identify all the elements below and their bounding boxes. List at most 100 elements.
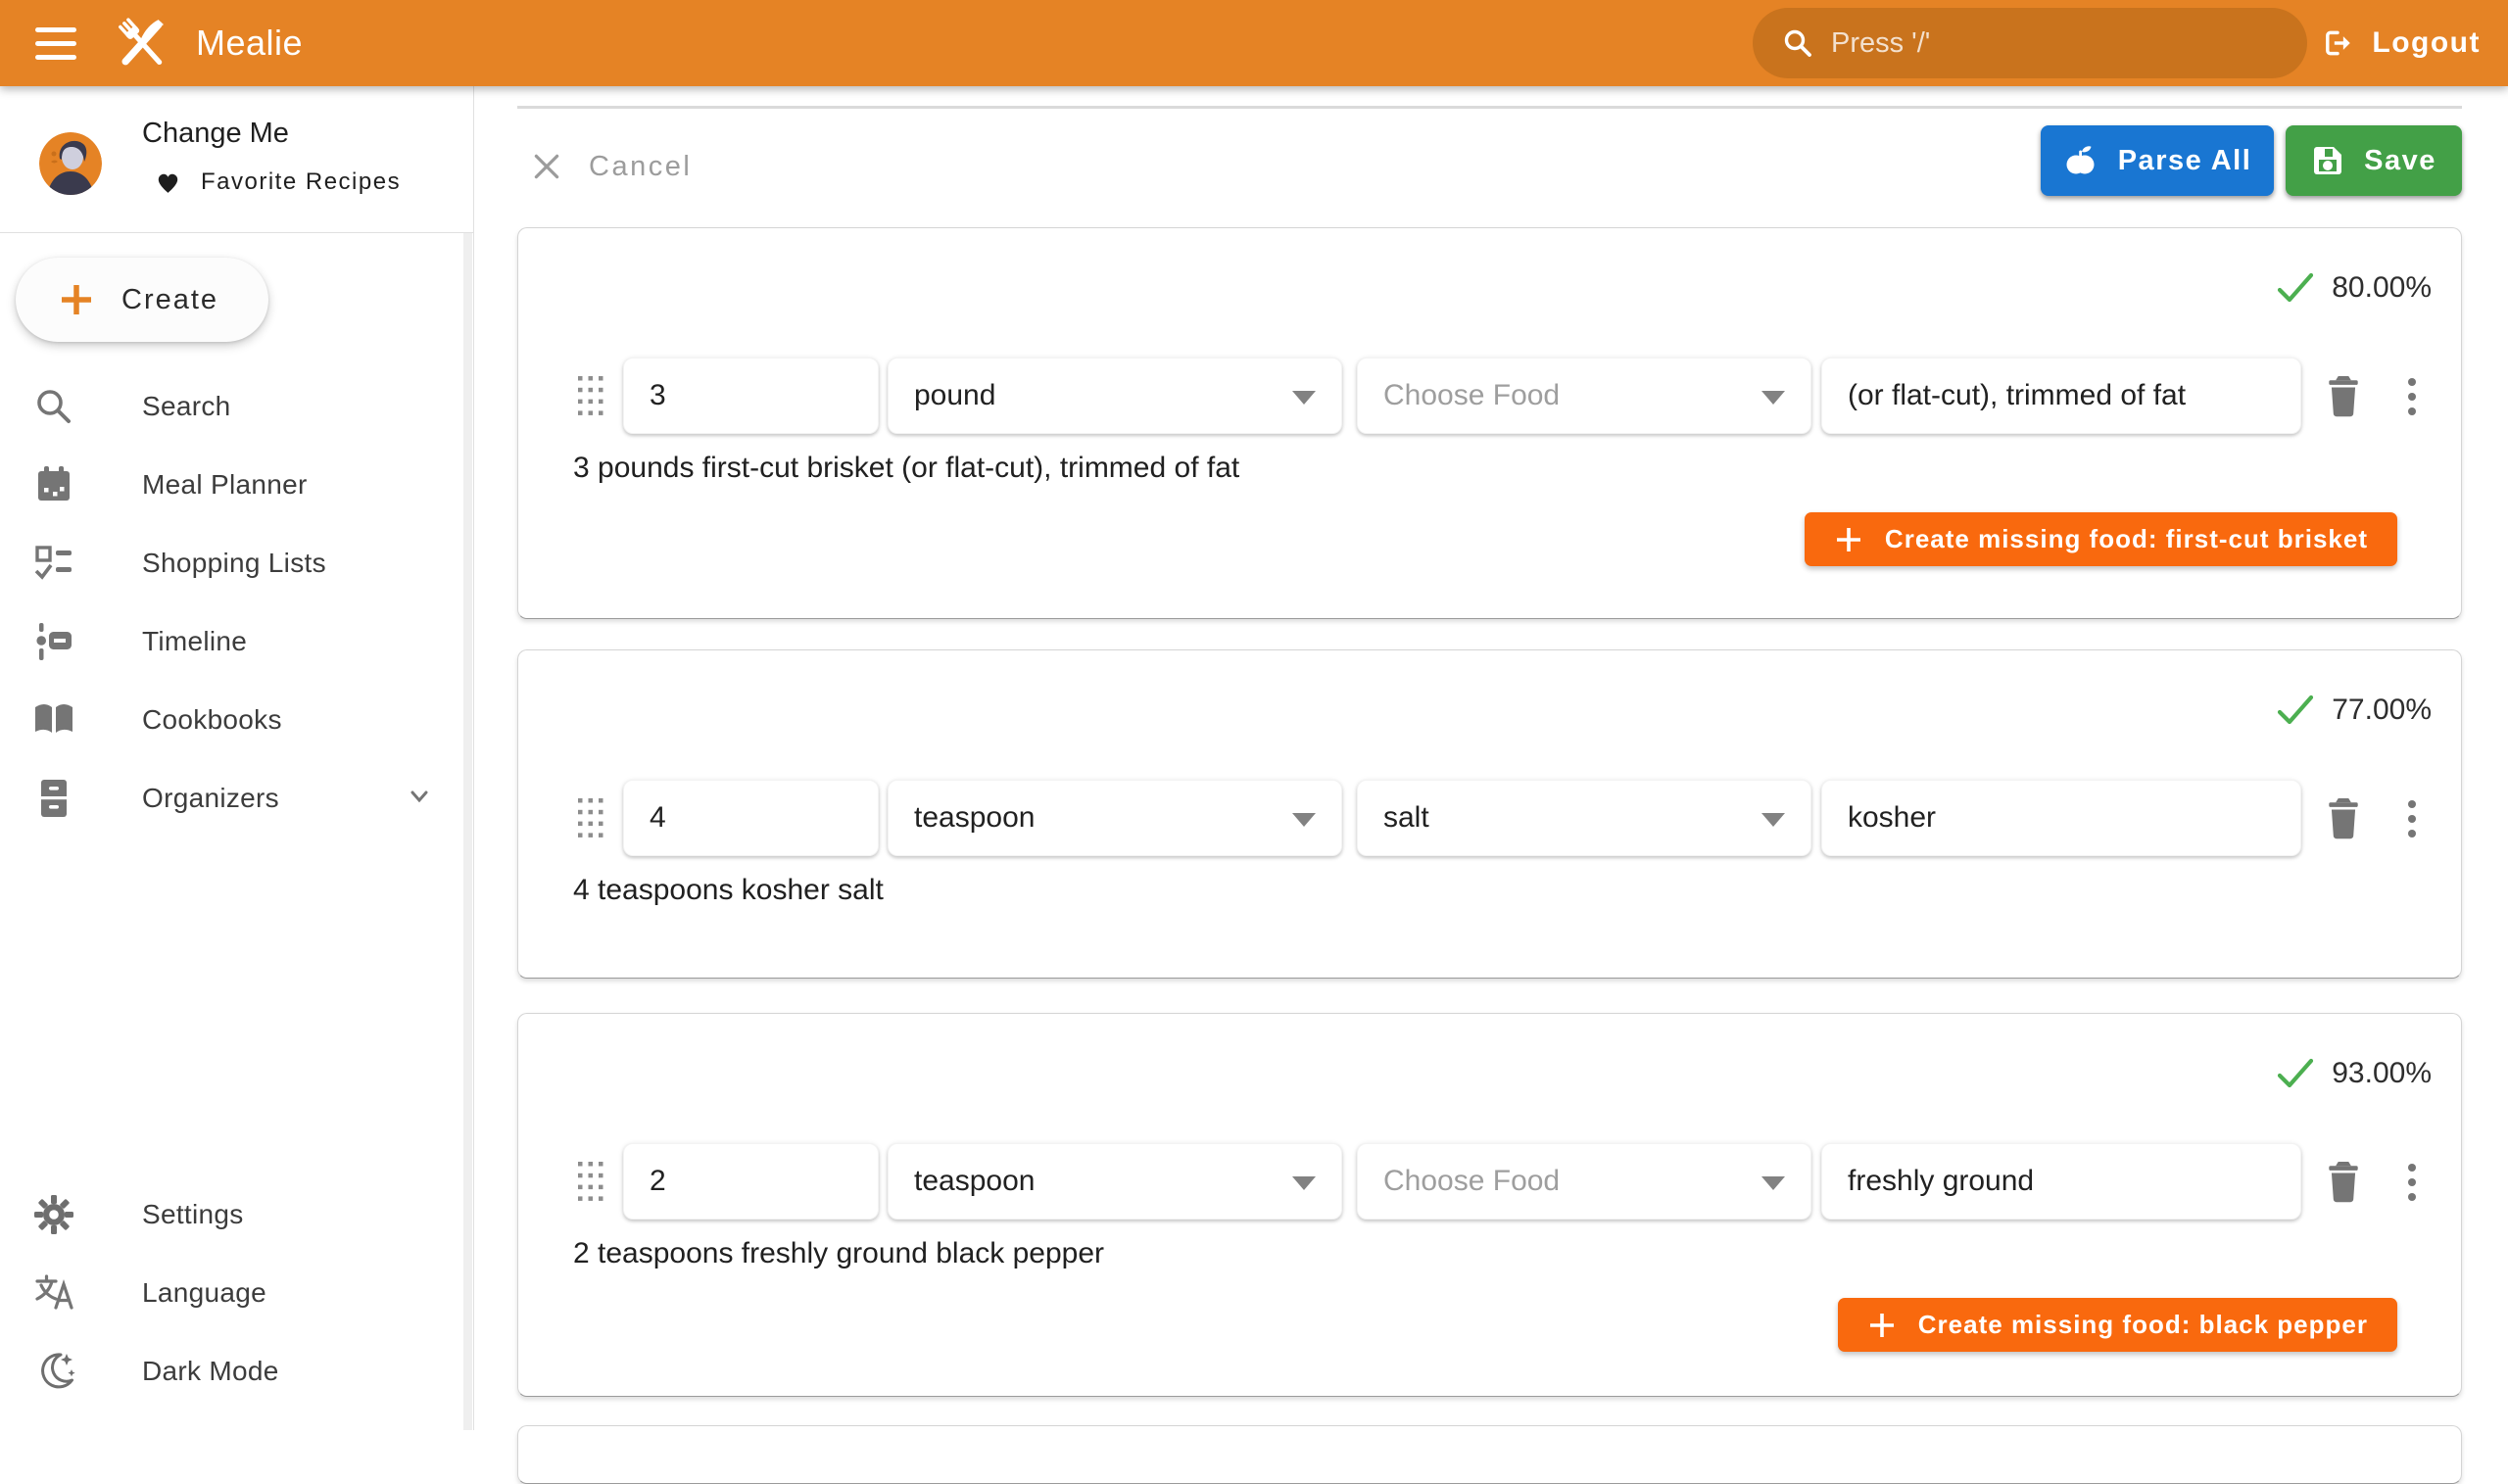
cancel-button[interactable]: Cancel <box>530 139 692 194</box>
ingredient-card: 80.00% pound Choose Food <box>517 227 2462 619</box>
search-input[interactable]: Press '/' <box>1753 8 2307 78</box>
moon-icon <box>32 1350 75 1393</box>
user-name: Change Me <box>142 118 289 150</box>
ingredient-card: 77.00% teaspoon salt <box>517 649 2462 979</box>
translate-icon <box>32 1271 75 1315</box>
sidebar-item-dark-mode[interactable]: Dark Mode <box>0 1332 473 1411</box>
menu-button[interactable] <box>35 27 76 60</box>
ingredient-editor-row: teaspoon salt <box>518 780 2461 856</box>
check-icon <box>2277 271 2314 305</box>
sidebar-item-meal-planner[interactable]: Meal Planner <box>0 446 473 524</box>
menu-down-icon <box>1292 1176 1316 1190</box>
more-options-button[interactable] <box>2395 796 2429 841</box>
ingredient-card-partial <box>517 1425 2462 1484</box>
drag-handle[interactable] <box>578 376 603 415</box>
trash-icon <box>2326 1162 2361 1203</box>
checklist-icon <box>32 542 75 585</box>
app-header: Mealie Press '/' Logout <box>0 0 2508 86</box>
unit-select[interactable]: teaspoon <box>888 1143 1342 1220</box>
sidebar-scrollbar[interactable] <box>463 233 472 1430</box>
delete-button[interactable] <box>2322 1160 2365 1205</box>
avatar <box>39 132 102 195</box>
check-icon <box>2277 694 2314 727</box>
more-options-button[interactable] <box>2395 374 2429 419</box>
menu-down-icon <box>1292 391 1316 405</box>
menu-down-icon <box>1761 1176 1785 1190</box>
quantity-input[interactable] <box>623 358 879 434</box>
favorite-recipes-label: Favorite Recipes <box>201 168 401 196</box>
sidebar-item-label: Settings <box>142 1199 244 1230</box>
sidebar-item-language[interactable]: Language <box>0 1254 473 1332</box>
timeline-icon <box>32 620 75 663</box>
food-select[interactable]: salt <box>1357 780 1811 856</box>
ingredient-card: 93.00% teaspoon Choose Food <box>517 1013 2462 1397</box>
sidebar-item-label: Timeline <box>142 626 247 657</box>
gear-icon <box>32 1193 75 1236</box>
create-missing-food-button[interactable]: Create missing food: black pepper <box>1838 1298 2397 1352</box>
food-placeholder: Choose Food <box>1383 1165 1560 1198</box>
confidence-value: 93.00% <box>2332 1057 2432 1090</box>
quantity-input[interactable] <box>623 780 879 856</box>
parse-all-button[interactable]: Parse All <box>2041 125 2274 196</box>
unit-select[interactable]: pound <box>888 358 1342 434</box>
confidence-value: 77.00% <box>2332 694 2432 727</box>
logout-button[interactable]: Logout <box>2313 0 2488 86</box>
drag-handle[interactable] <box>578 1162 603 1201</box>
unit-value: pound <box>914 379 995 412</box>
confidence-indicator: 77.00% <box>2277 694 2432 727</box>
parse-all-label: Parse All <box>2118 145 2252 177</box>
save-icon <box>2311 144 2344 177</box>
search-icon <box>1782 27 1813 59</box>
unit-select[interactable]: teaspoon <box>888 780 1342 856</box>
sidebar-item-organizers[interactable]: Organizers <box>0 759 473 838</box>
save-button[interactable]: Save <box>2286 125 2462 196</box>
logout-icon <box>2321 26 2354 60</box>
search-placeholder: Press '/' <box>1831 27 1930 60</box>
food-select[interactable]: Choose Food <box>1357 1143 1811 1220</box>
delete-button[interactable] <box>2322 374 2365 419</box>
quantity-input[interactable] <box>623 1143 879 1220</box>
sidebar-nav: Search Meal Planner <box>0 367 473 838</box>
unit-value: teaspoon <box>914 1165 1035 1198</box>
check-icon <box>2277 1057 2314 1090</box>
drag-handle[interactable] <box>578 798 603 838</box>
create-missing-food-button[interactable]: Create missing food: first-cut brisket <box>1805 512 2397 566</box>
menu-down-icon <box>1761 813 1785 827</box>
original-ingredient-text: 3 pounds first-cut brisket (or flat-cut)… <box>573 452 1239 485</box>
sidebar-item-label: Organizers <box>142 783 279 814</box>
search-icon <box>32 385 75 428</box>
create-button[interactable]: Create <box>16 258 268 342</box>
note-input[interactable] <box>1821 780 2301 856</box>
food-select[interactable]: Choose Food <box>1357 358 1811 434</box>
sidebar-item-settings[interactable]: Settings <box>0 1175 473 1254</box>
sidebar-item-label: Meal Planner <box>142 469 308 501</box>
sidebar-item-search[interactable]: Search <box>0 367 473 446</box>
confidence-indicator: 80.00% <box>2277 271 2432 305</box>
save-label: Save <box>2364 145 2436 177</box>
sidebar-item-shopping-lists[interactable]: Shopping Lists <box>0 524 473 602</box>
file-cabinet-icon <box>32 777 75 820</box>
sidebar-item-timeline[interactable]: Timeline <box>0 602 473 681</box>
plus-icon <box>1867 1311 1897 1340</box>
note-input[interactable] <box>1821 1143 2301 1220</box>
create-missing-food-label: Create missing food: black pepper <box>1918 1310 2368 1340</box>
ingredient-parser-main: Cancel Parse All Save 80.00% <box>474 86 2508 1430</box>
more-options-button[interactable] <box>2395 1160 2429 1205</box>
content-divider <box>517 106 2462 109</box>
delete-button[interactable] <box>2322 796 2365 841</box>
sidebar-item-cookbooks[interactable]: Cookbooks <box>0 681 473 759</box>
original-ingredient-text: 2 teaspoons freshly ground black pepper <box>573 1237 1104 1270</box>
favorite-recipes-link[interactable]: Favorite Recipes <box>155 168 401 196</box>
app-title: Mealie <box>196 23 303 64</box>
create-button-label: Create <box>121 284 218 316</box>
unit-value: teaspoon <box>914 801 1035 835</box>
menu-icon-bar <box>35 41 76 46</box>
ingredient-editor-row: pound Choose Food <box>518 358 2461 434</box>
menu-down-icon <box>1292 813 1316 827</box>
menu-icon-bar <box>35 55 76 60</box>
cancel-label: Cancel <box>589 151 692 183</box>
food-placeholder: Choose Food <box>1383 379 1560 412</box>
sidebar-item-label: Dark Mode <box>142 1356 279 1387</box>
note-input[interactable] <box>1821 358 2301 434</box>
sidebar: Change Me Favorite Recipes Create Search <box>0 86 474 1430</box>
